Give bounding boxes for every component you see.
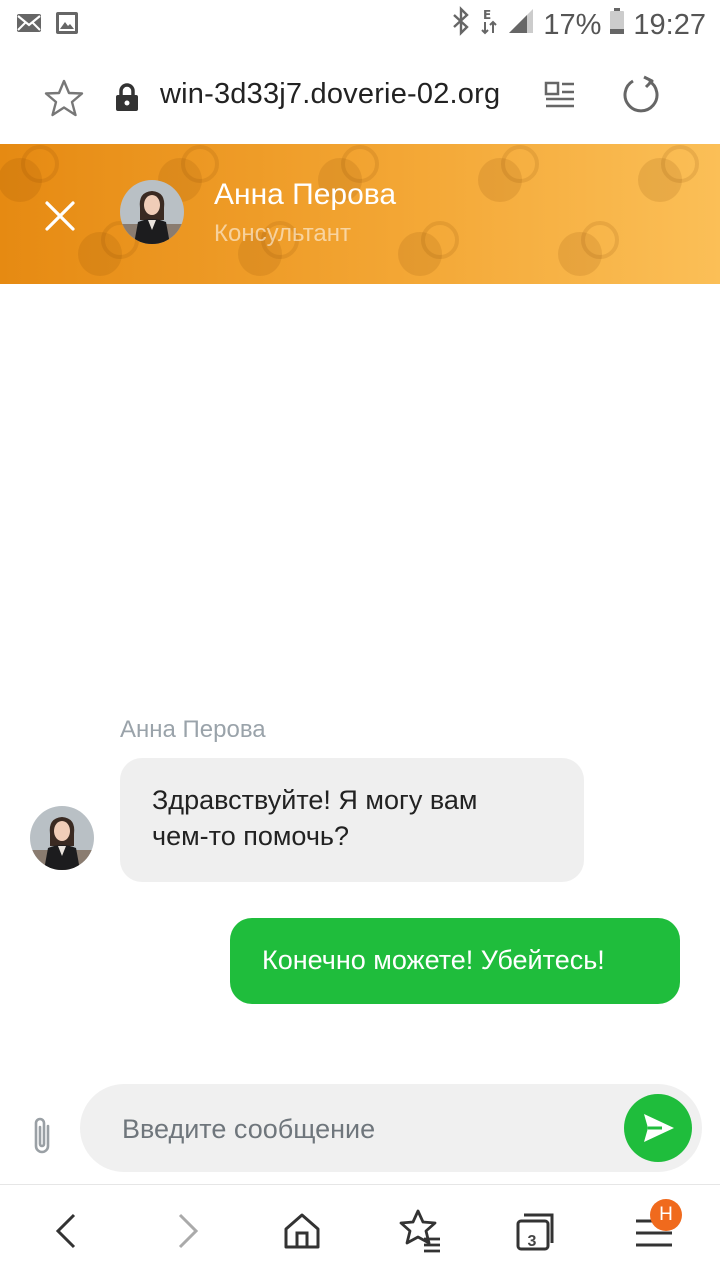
- message-sender-name: Анна Перова: [120, 716, 266, 743]
- message-input[interactable]: [120, 1084, 604, 1174]
- lock-icon: [114, 82, 140, 112]
- message-composer: [80, 1084, 702, 1174]
- browser-bottom-nav: 3 H: [0, 1184, 720, 1281]
- message-text-line: чем-то помочь?: [152, 821, 349, 851]
- consultant-avatar: [120, 180, 184, 244]
- outgoing-message-bubble: Конечно можете! Убейтесь!: [230, 918, 680, 1004]
- mail-icon: [16, 10, 42, 41]
- svg-text:E: E: [483, 8, 491, 22]
- consultant-role: Консультант: [214, 220, 352, 247]
- bluetooth-icon: [451, 6, 471, 44]
- battery-percent: 17%: [543, 8, 602, 41]
- url-text[interactable]: win-3d33j7.doverie-02.org: [160, 78, 500, 111]
- home-icon[interactable]: [278, 1207, 326, 1255]
- bookmark-star-icon[interactable]: [44, 78, 84, 118]
- incoming-message-bubble: Здравствуйте! Я могу вам чем-то помочь?: [120, 758, 584, 882]
- back-icon[interactable]: [44, 1207, 92, 1255]
- reader-mode-icon[interactable]: [542, 78, 578, 114]
- message-text: Конечно можете! Убейтесь!: [262, 945, 605, 975]
- paperclip-icon[interactable]: [26, 1114, 60, 1158]
- message-avatar: [30, 806, 94, 870]
- browser-address-bar: win-3d33j7.doverie-02.org: [0, 48, 720, 144]
- image-icon: [54, 10, 80, 41]
- close-chat-icon[interactable]: [40, 196, 80, 236]
- status-bar: E 17% 19:27: [0, 0, 720, 48]
- send-button[interactable]: [624, 1094, 692, 1162]
- clock: 19:27: [633, 8, 706, 41]
- battery-icon: [609, 7, 625, 43]
- forward-icon[interactable]: [162, 1207, 210, 1255]
- signal-icon: [507, 7, 535, 43]
- consultant-name: Анна Перова: [214, 178, 397, 211]
- message-text-line: Здравствуйте! Я могу вам: [152, 785, 478, 815]
- header-decoration: [0, 145, 699, 276]
- reload-icon[interactable]: [620, 74, 662, 116]
- tabs-count: 3: [527, 1233, 537, 1250]
- send-icon: [644, 1114, 674, 1142]
- network-e-icon: E: [479, 6, 499, 44]
- bookmarks-icon[interactable]: [396, 1207, 444, 1255]
- menu-notification-badge: H: [650, 1199, 682, 1231]
- chat-header: Анна Перова Консультант: [0, 144, 720, 284]
